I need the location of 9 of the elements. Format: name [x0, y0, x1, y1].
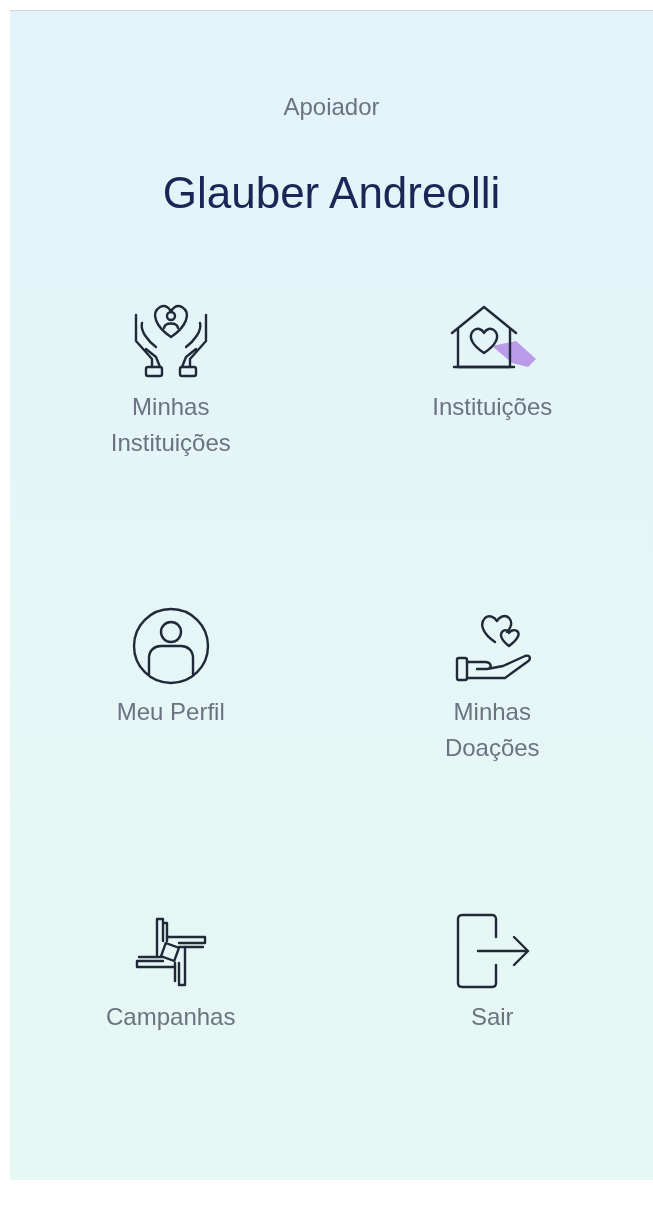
menu-item[interactable]: Minhas Doações [331, 602, 653, 882]
menu-item[interactable]: Instituições [331, 297, 653, 577]
menu-item[interactable]: Sair [331, 907, 653, 1187]
menu-item[interactable]: Minhas Instituições [10, 297, 332, 577]
user-name: Glauber Andreolli [162, 171, 501, 215]
user-circle-icon [130, 606, 211, 686]
role-label: Apoiador [283, 95, 380, 119]
menu-item[interactable]: Meu Perfil [10, 602, 332, 882]
menu-item[interactable]: Campanhas [10, 907, 332, 1187]
